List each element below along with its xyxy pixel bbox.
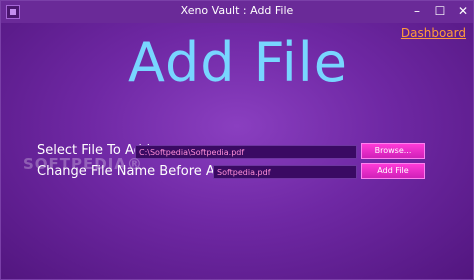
change-file-name-field[interactable]: Softpedia.pdf	[213, 165, 357, 179]
app-window: Xeno Vault : Add File – ☐ ✕ Dashboard Ad…	[0, 0, 474, 280]
browse-button[interactable]: Browse...	[361, 143, 425, 159]
close-icon[interactable]: ✕	[456, 4, 470, 18]
minimize-icon[interactable]: –	[410, 4, 424, 18]
maximize-icon[interactable]: ☐	[433, 4, 447, 18]
window-title: Xeno Vault : Add File	[180, 4, 294, 17]
title-bar[interactable]: Xeno Vault : Add File – ☐ ✕	[1, 1, 473, 23]
window-controls: – ☐ ✕	[410, 4, 470, 18]
add-file-button[interactable]: Add File	[361, 163, 425, 179]
select-file-field[interactable]: C:\Softpedia\Softpedia.pdf	[135, 145, 357, 159]
page-title: Add File	[127, 31, 349, 94]
